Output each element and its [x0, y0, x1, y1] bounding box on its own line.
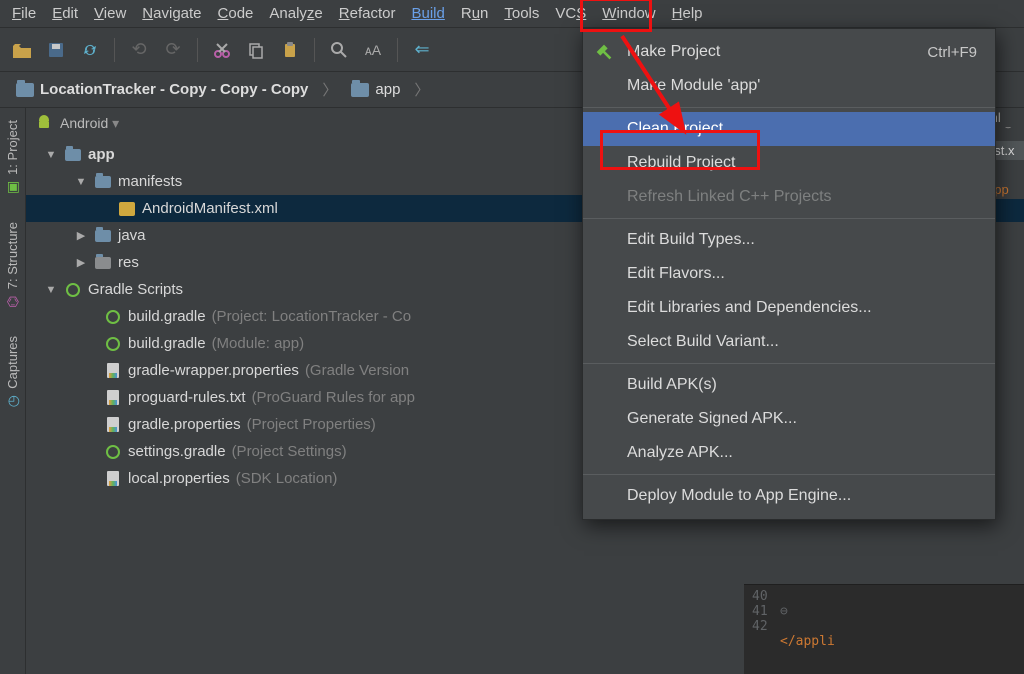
sidebar-tab-captures[interactable]: ◷Captures [3, 332, 22, 414]
chevron-right-icon: 〉 [318, 79, 341, 100]
back-icon[interactable]: ⇐ [408, 36, 436, 64]
properties-file-icon [107, 417, 119, 432]
menu-bar: FileEditViewNavigateCodeAnalyzeRefactorB… [0, 0, 1024, 28]
build-menu-dropdown: Make ProjectCtrl+F9Make Module 'app' Clea… [582, 28, 996, 520]
breadcrumb-root-label: LocationTracker - Copy - Copy - Copy [40, 81, 308, 98]
menu-view[interactable]: View [86, 3, 134, 24]
menu-item-analyze-apk[interactable]: Analyze APK... [583, 436, 995, 470]
menu-separator [583, 218, 995, 219]
chevron-down-icon: ▼ [44, 149, 58, 161]
menu-refactor[interactable]: Refactor [331, 3, 404, 24]
tool-window-tabs: ▣1: Project ⌬7: Structure ◷Captures [0, 108, 26, 674]
editor-area: 40 41⊖ 42 </appli [744, 584, 1024, 674]
menu-item-generate-signed-apk[interactable]: Generate Signed APK... [583, 402, 995, 436]
sync-icon[interactable] [76, 36, 104, 64]
menu-separator [583, 474, 995, 475]
sidebar-tab-structure[interactable]: ⌬7: Structure [3, 218, 22, 314]
gradle-icon [106, 337, 120, 351]
properties-file-icon [107, 471, 119, 486]
hammer-icon [593, 41, 615, 68]
menu-build[interactable]: Build [403, 3, 452, 24]
menu-code[interactable]: Code [210, 3, 262, 24]
open-icon[interactable] [8, 36, 36, 64]
chevron-right-icon: 〉 [410, 79, 433, 100]
replace-icon[interactable]: ᴀA [359, 36, 387, 64]
menu-navigate[interactable]: Navigate [134, 3, 209, 24]
menu-separator [583, 107, 995, 108]
menu-item-edit-libraries-and-dependencies[interactable]: Edit Libraries and Dependencies... [583, 291, 995, 325]
undo-icon[interactable]: ⟲ [125, 36, 153, 64]
android-icon [36, 114, 52, 133]
properties-file-icon [107, 363, 119, 378]
menu-file[interactable]: File [4, 3, 44, 24]
menu-item-select-build-variant[interactable]: Select Build Variant... [583, 325, 995, 359]
menu-edit[interactable]: Edit [44, 3, 86, 24]
folder-icon [16, 83, 34, 97]
menu-run[interactable]: Run [453, 3, 497, 24]
folder-icon [351, 83, 369, 97]
cut-icon[interactable] [208, 36, 236, 64]
chevron-down-icon: ▼ [74, 176, 88, 188]
chevron-right-icon: ▶ [74, 229, 88, 242]
menu-tools[interactable]: Tools [496, 3, 547, 24]
breadcrumb-app[interactable]: app [341, 79, 410, 100]
menu-analyze[interactable]: Analyze [261, 3, 330, 24]
redo-icon[interactable]: ⟳ [159, 36, 187, 64]
menu-item-rebuild-project[interactable]: Rebuild Project [583, 146, 995, 180]
menu-item-build-apk-s[interactable]: Build APK(s) [583, 368, 995, 402]
breadcrumb-app-label: app [375, 81, 400, 98]
menu-vcs[interactable]: VCS [547, 3, 594, 24]
menu-item-edit-flavors[interactable]: Edit Flavors... [583, 257, 995, 291]
save-icon[interactable] [42, 36, 70, 64]
gradle-icon [66, 283, 80, 297]
menu-item-deploy-module-to-app-engine[interactable]: Deploy Module to App Engine... [583, 479, 995, 513]
breadcrumb-root[interactable]: LocationTracker - Copy - Copy - Copy [6, 79, 318, 100]
chevron-right-icon: ▶ [74, 256, 88, 269]
menu-item-make-project[interactable]: Make ProjectCtrl+F9 [583, 35, 995, 69]
menu-help[interactable]: Help [664, 3, 711, 24]
menu-window[interactable]: Window [594, 3, 663, 24]
chevron-down-icon: ▼ [44, 284, 58, 296]
paste-icon[interactable] [276, 36, 304, 64]
gradle-icon [106, 445, 120, 459]
menu-item-refresh-linked-c-projects: Refresh Linked C++ Projects [583, 180, 995, 214]
menu-item-edit-build-types[interactable]: Edit Build Types... [583, 223, 995, 257]
menu-item-clean-project[interactable]: Clean Project [583, 112, 995, 146]
sidebar-tab-project[interactable]: ▣1: Project [3, 116, 22, 200]
menu-item-make-module-app[interactable]: Make Module 'app' [583, 69, 995, 103]
gradle-icon [106, 310, 120, 324]
xml-file-icon [119, 202, 135, 216]
menu-separator [583, 363, 995, 364]
find-icon[interactable] [325, 36, 353, 64]
copy-icon[interactable] [242, 36, 270, 64]
properties-file-icon [107, 390, 119, 405]
